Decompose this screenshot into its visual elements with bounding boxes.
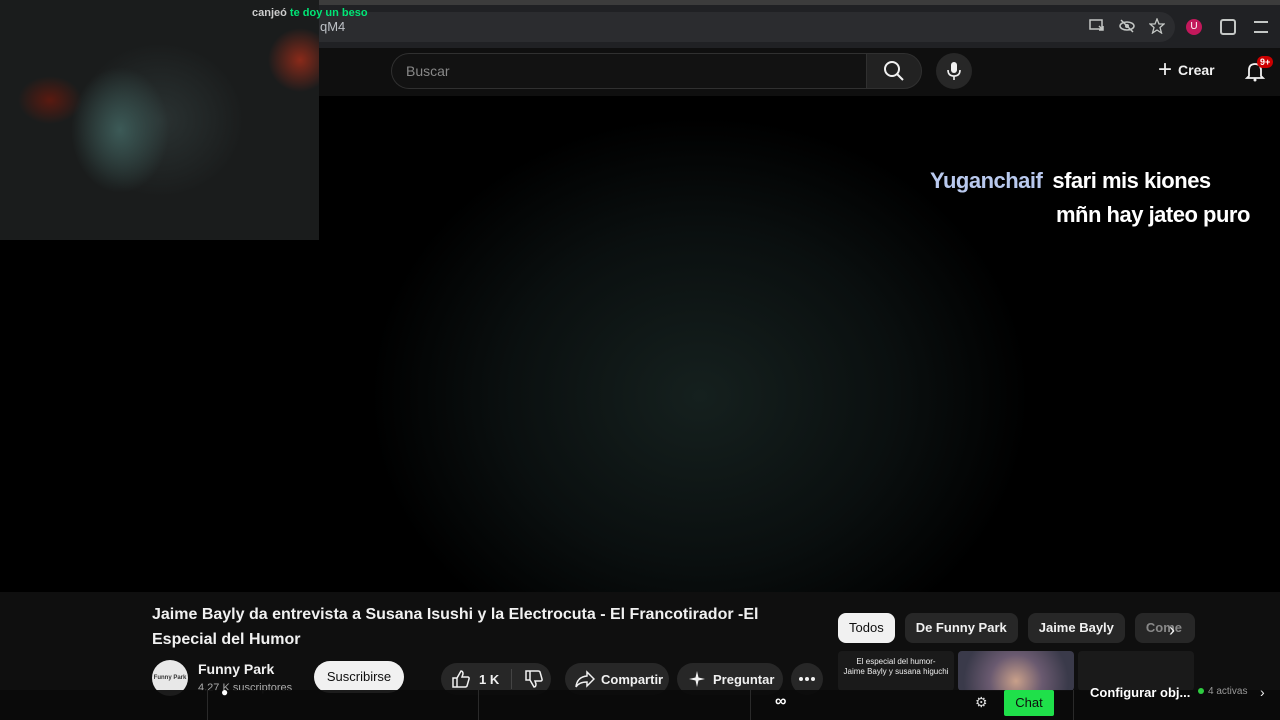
url-text[interactable]: qM4 — [320, 19, 345, 34]
bar-divider — [750, 690, 751, 720]
chat-username: Yuganchaif — [930, 168, 1043, 193]
related-thumbnail[interactable]: El especial del humor- Jaime Bayly y sus… — [838, 651, 954, 691]
configure-goal-button[interactable]: Configurar obj... — [1090, 685, 1190, 700]
puzzle-icon[interactable] — [1220, 19, 1236, 35]
stream-chat-overlay: Yuganchaif sfari mis kiones mñn hay jateo… — [930, 164, 1250, 232]
infinity-icon[interactable]: ∞ — [775, 693, 786, 711]
chat-text-line2: mñn hay jateo puro — [1056, 202, 1250, 227]
bar-divider — [478, 690, 479, 720]
thumbs-down-icon — [525, 670, 544, 688]
create-button[interactable]: + Crear — [1158, 56, 1215, 83]
address-bar[interactable]: qM4 — [300, 12, 1175, 42]
ask-label: Preguntar — [713, 671, 775, 687]
mouse-cursor-icon: ● — [221, 685, 229, 699]
video-title: Jaime Bayly da entrevista a Susana Isush… — [152, 606, 759, 648]
chevron-right-icon[interactable]: › — [1260, 684, 1265, 700]
like-button[interactable]: 1 K — [441, 669, 513, 689]
search-input[interactable] — [392, 54, 867, 88]
thumbnail-text-line2: Jaime Bayly y susana higuchi — [843, 667, 949, 676]
bar-divider — [1073, 690, 1074, 720]
dislike-button[interactable] — [512, 669, 544, 689]
search-box — [391, 53, 867, 89]
notification-badge: 9+ — [1257, 56, 1274, 68]
microphone-icon — [947, 62, 961, 80]
bar-divider — [207, 690, 208, 720]
plus-icon: + — [1158, 56, 1173, 83]
menu-icon[interactable] — [1254, 21, 1268, 33]
active-status: 4 activas — [1198, 686, 1247, 697]
install-icon[interactable] — [1089, 18, 1105, 34]
extension-area: U — [1186, 19, 1268, 35]
related-thumbnail[interactable] — [958, 651, 1074, 691]
like-count: 1 K — [479, 671, 500, 687]
profile-icon[interactable]: U — [1186, 19, 1202, 35]
webcam-overlay — [0, 0, 319, 240]
search-button[interactable] — [866, 53, 922, 89]
redeem-prefix: canjeó — [252, 7, 287, 19]
related-filter-chips: Todos De Funny Park Jaime Bayly Come — [838, 613, 1195, 643]
search-icon — [884, 61, 904, 81]
chat-message: Yuganchaif sfari mis kiones — [930, 164, 1250, 198]
redeem-reward: te doy un beso — [289, 7, 368, 19]
voice-search-button[interactable] — [936, 53, 972, 89]
chevron-right-icon[interactable]: › — [1160, 618, 1184, 642]
share-label: Compartir — [601, 671, 664, 687]
thumbnail-text-line1: El especial del humor- — [856, 657, 936, 666]
sparkle-icon — [689, 671, 705, 687]
chat-text-line1: sfari mis kiones — [1052, 168, 1211, 193]
stream-overlay-bar — [0, 690, 1280, 720]
chip-todos[interactable]: Todos — [838, 613, 895, 643]
active-label: 4 activas — [1208, 686, 1248, 697]
chip-jaime-bayly[interactable]: Jaime Bayly — [1027, 613, 1125, 643]
channel-name[interactable]: Funny Park — [198, 661, 274, 677]
chip-de-funny-park[interactable]: De Funny Park — [904, 613, 1018, 643]
gear-icon[interactable]: ⚙ — [975, 694, 988, 711]
status-dot-icon — [1198, 688, 1204, 694]
share-icon — [575, 670, 595, 688]
create-label: Crear — [1178, 62, 1215, 78]
redemption-notice: canjeó te doy un beso — [252, 7, 368, 19]
chat-button[interactable]: Chat — [1004, 690, 1054, 716]
eye-off-icon[interactable] — [1119, 18, 1135, 34]
more-horizontal-icon — [799, 677, 815, 681]
subscribe-button[interactable]: Suscribirse — [314, 661, 404, 693]
omnibox-icons — [1089, 17, 1166, 35]
star-icon[interactable] — [1148, 17, 1166, 35]
thumbs-up-icon — [452, 670, 470, 688]
